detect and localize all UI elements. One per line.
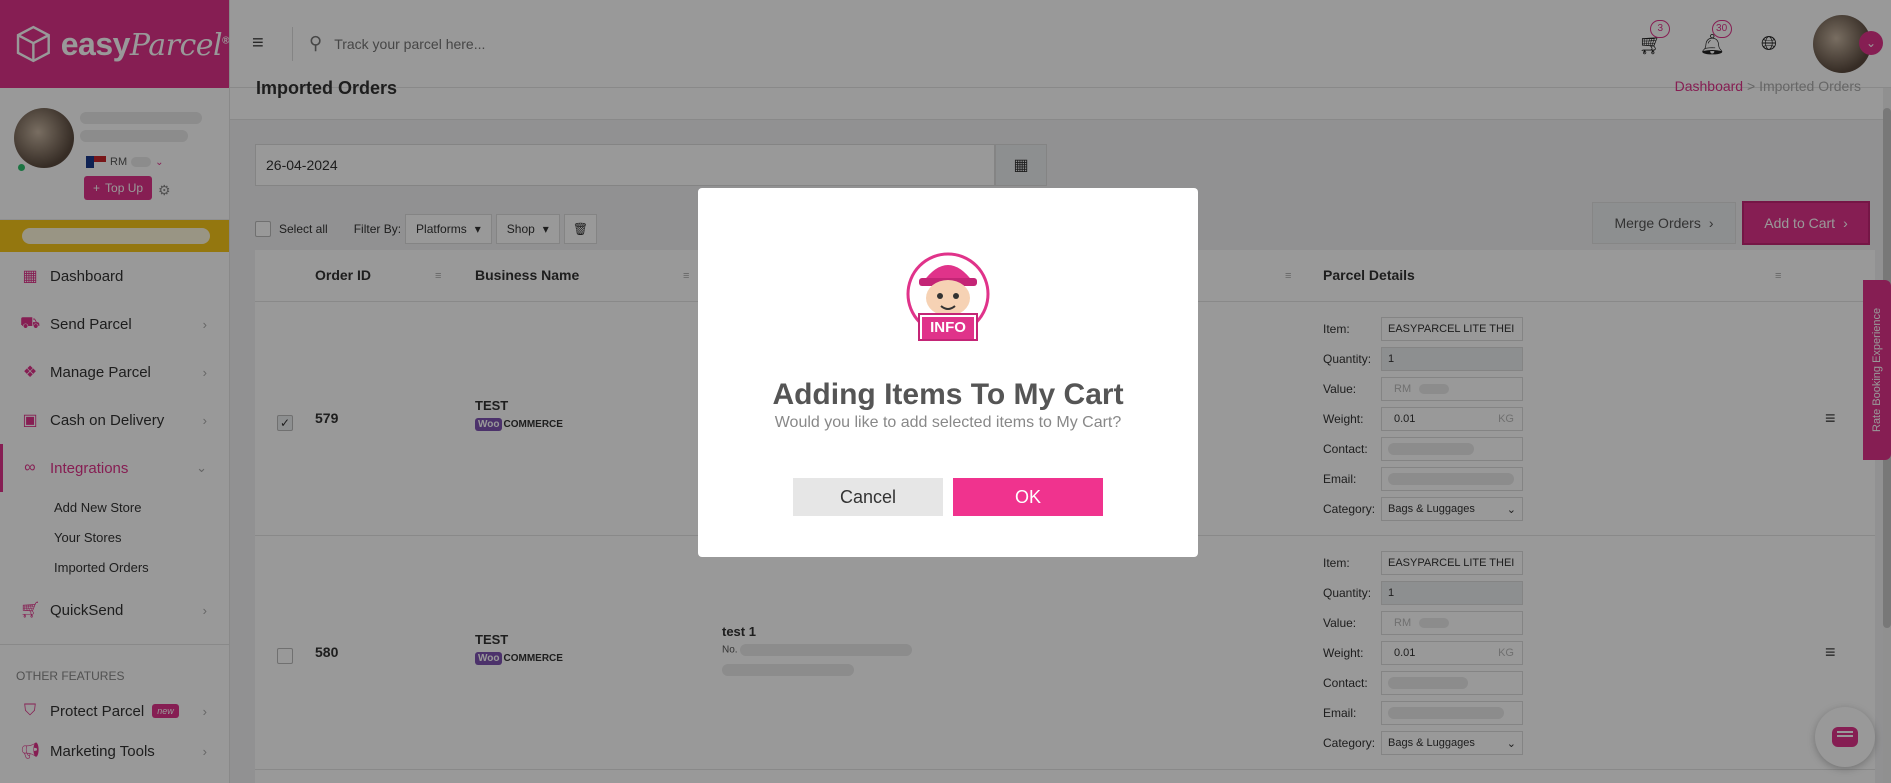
info-badge: INFO — [922, 317, 974, 339]
dialog-title: Adding Items To My Cart — [772, 378, 1124, 411]
dialog-message: Would you like to add selected items to … — [774, 414, 1122, 431]
ok-button[interactable]: OK — [953, 478, 1103, 516]
confirm-dialog: INFO Adding Items To My Cart Would you l… — [698, 188, 1198, 557]
cancel-button[interactable]: Cancel — [793, 478, 943, 516]
